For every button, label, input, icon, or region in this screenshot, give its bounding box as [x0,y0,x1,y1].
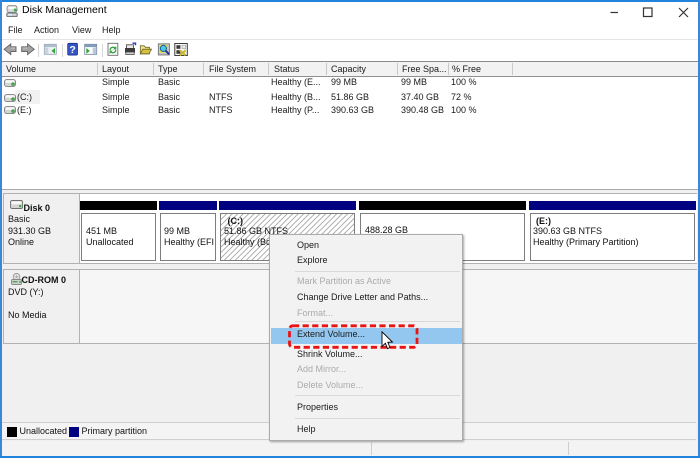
svg-text:?: ? [69,44,75,56]
